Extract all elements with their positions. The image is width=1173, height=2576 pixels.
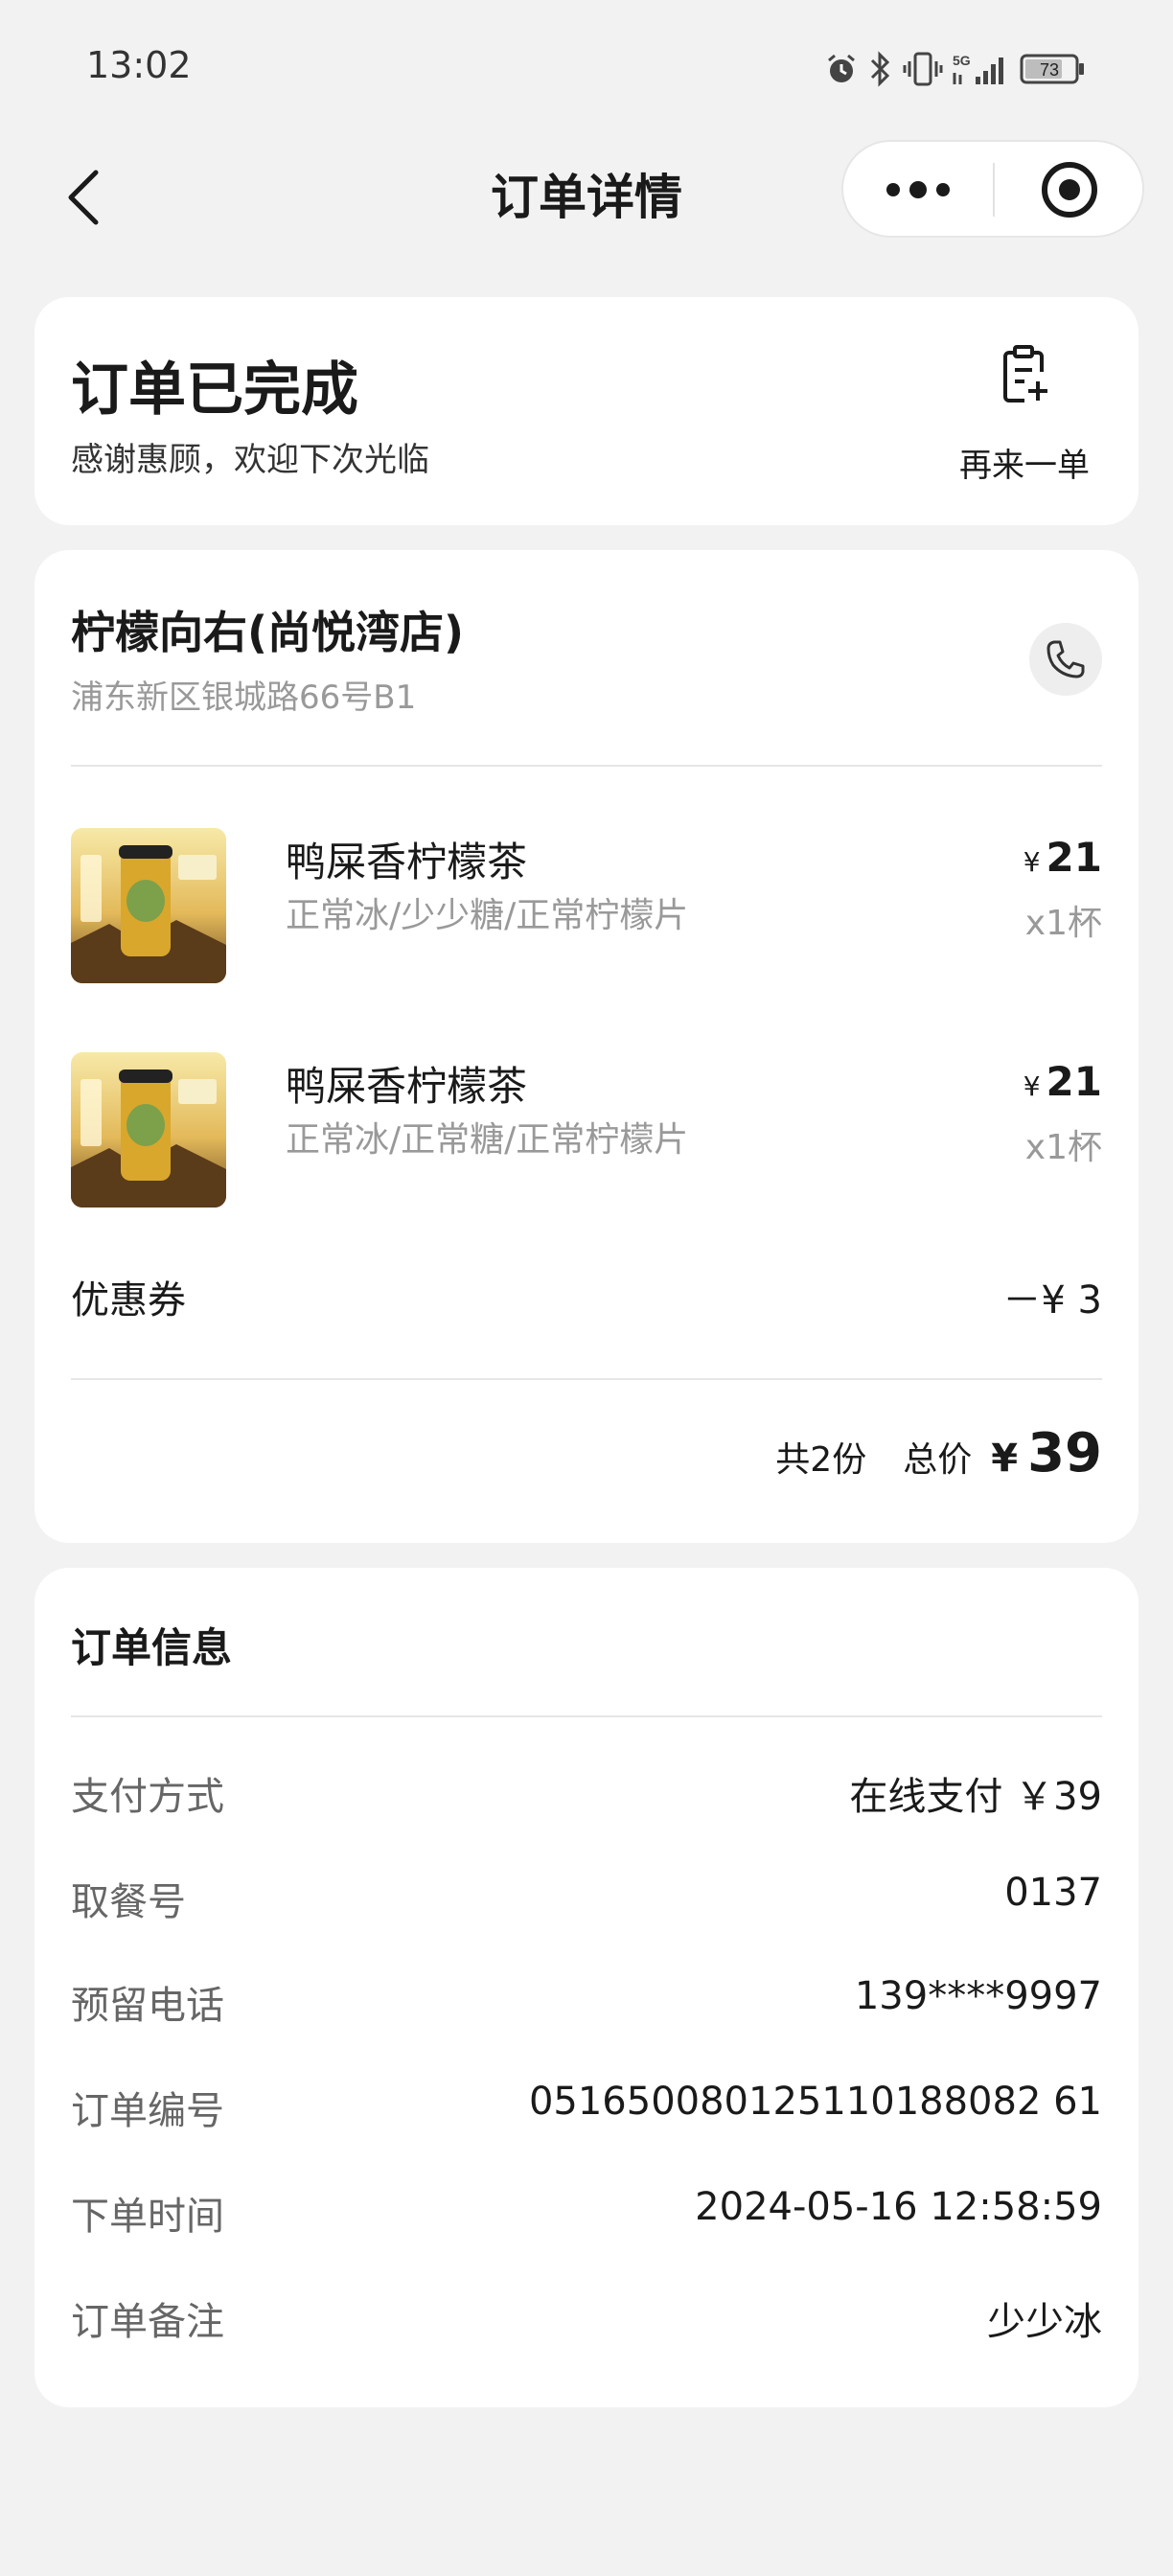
shop-name: 柠檬向右(尚悦湾店) [71,607,465,658]
shop-address: 浦东新区银城路66号B1 [71,678,417,717]
info-row-order-time: 下单时间 2024-05-16 12:58:59 [71,2185,1102,2242]
divider [71,1378,1102,1380]
total-row: 共2份 总价 ¥ 39 [775,1422,1102,1484]
battery-icon: 73 [1020,54,1084,84]
order-item[interactable]: 鸭屎香柠檬茶 正常冰/正常糖/正常柠檬片 ¥21 x1杯 [71,1052,1102,1211]
total-price: 39 [1027,1422,1102,1484]
coupon-label: 优惠券 [71,1278,186,1322]
vibrate-icon [903,52,943,86]
order-detail-card: 柠檬向右(尚悦湾店) 浦东新区银城路66号B1 鸭屎香柠檬茶 正常冰/少少糖/正… [34,550,1138,1543]
order-item[interactable]: 鸭屎香柠檬茶 正常冰/少少糖/正常柠檬片 ¥21 x1杯 [71,828,1102,987]
phone-icon [1046,640,1085,678]
currency-symbol: ¥ [1023,1070,1041,1102]
info-label: 取餐号 [71,1880,186,1924]
alarm-icon [828,54,855,82]
item-price-value: 21 [1046,1058,1102,1105]
info-value: 139****9997 [854,1974,1102,2018]
info-row-note: 订单备注 少少冰 [71,2290,1102,2348]
divider [71,765,1102,767]
nav-bar: 订单详情 [0,134,1173,259]
info-label: 下单时间 [71,2195,224,2239]
total-count: 共2份 [775,1440,867,1480]
item-price-value: 21 [1046,834,1102,881]
total-label: 总价 [903,1440,973,1480]
order-info-title: 订单信息 [71,1624,233,1671]
info-label: 支付方式 [71,1775,224,1819]
battery-level: 73 [1040,60,1059,80]
total-currency: ¥ [991,1437,1019,1481]
item-price: ¥21 [1024,1058,1102,1105]
info-row-pickup-number: 取餐号 0137 [71,1871,1102,1928]
status-icons: 5G 73 [824,50,1087,88]
product-image [71,828,226,983]
svg-text:5G: 5G [953,53,971,68]
call-shop-button[interactable] [1029,623,1102,696]
order-info-card: 订单信息 支付方式 在线支付 ￥39 取餐号 0137 预留电话 139****… [34,1568,1138,2407]
info-value: 2024-05-16 12:58:59 [695,2185,1102,2229]
product-image [71,1052,226,1208]
info-label: 订单编号 [71,2089,224,2133]
info-row-phone: 预留电话 139****9997 [71,1974,1102,2032]
more-dots-icon [886,181,950,198]
item-name: 鸭屎香柠檬茶 [286,839,528,886]
coupon-value: －¥ 3 [1002,1278,1102,1322]
bluetooth-icon [870,51,890,87]
status-time: 13:02 [86,44,192,86]
item-spec: 正常冰/少少糖/正常柠檬片 [286,896,689,935]
info-value[interactable]: 051650080125110188082 61 [529,2080,1102,2124]
reorder-label: 再来一单 [959,447,1090,485]
close-miniprogram-button[interactable] [995,142,1144,238]
more-button[interactable] [843,142,993,238]
target-icon [1042,162,1097,218]
info-row-order-number: 订单编号 051650080125110188082 61 [71,2080,1102,2137]
item-quantity: x1杯 [1024,1128,1102,1167]
info-value: 在线支付 ￥39 [849,1775,1102,1819]
reorder-button[interactable]: 再来一单 [953,345,1096,498]
status-bar: 13:02 5G 73 [0,0,1173,134]
item-name: 鸭屎香柠檬茶 [286,1063,528,1110]
info-value: 0137 [1004,1871,1102,1915]
signal-icon: 5G [953,53,1003,84]
info-row-payment: 支付方式 在线支付 ￥39 [71,1765,1102,1823]
order-status-card: 订单已完成 感谢惠顾，欢迎下次光临 再来一单 [34,297,1138,525]
info-label: 预留电话 [71,1984,224,2028]
info-value: 少少冰 [987,2300,1102,2344]
mini-program-capsule [841,140,1144,238]
currency-symbol: ¥ [1023,846,1041,878]
order-status-subtitle: 感谢惠顾，欢迎下次光临 [71,441,429,479]
divider [71,1715,1102,1717]
reorder-icon [1003,345,1047,402]
info-label: 订单备注 [71,2300,224,2344]
item-quantity: x1杯 [1024,904,1102,943]
item-price: ¥21 [1024,834,1102,881]
order-status-title: 订单已完成 [71,356,358,424]
item-spec: 正常冰/正常糖/正常柠檬片 [286,1120,689,1160]
